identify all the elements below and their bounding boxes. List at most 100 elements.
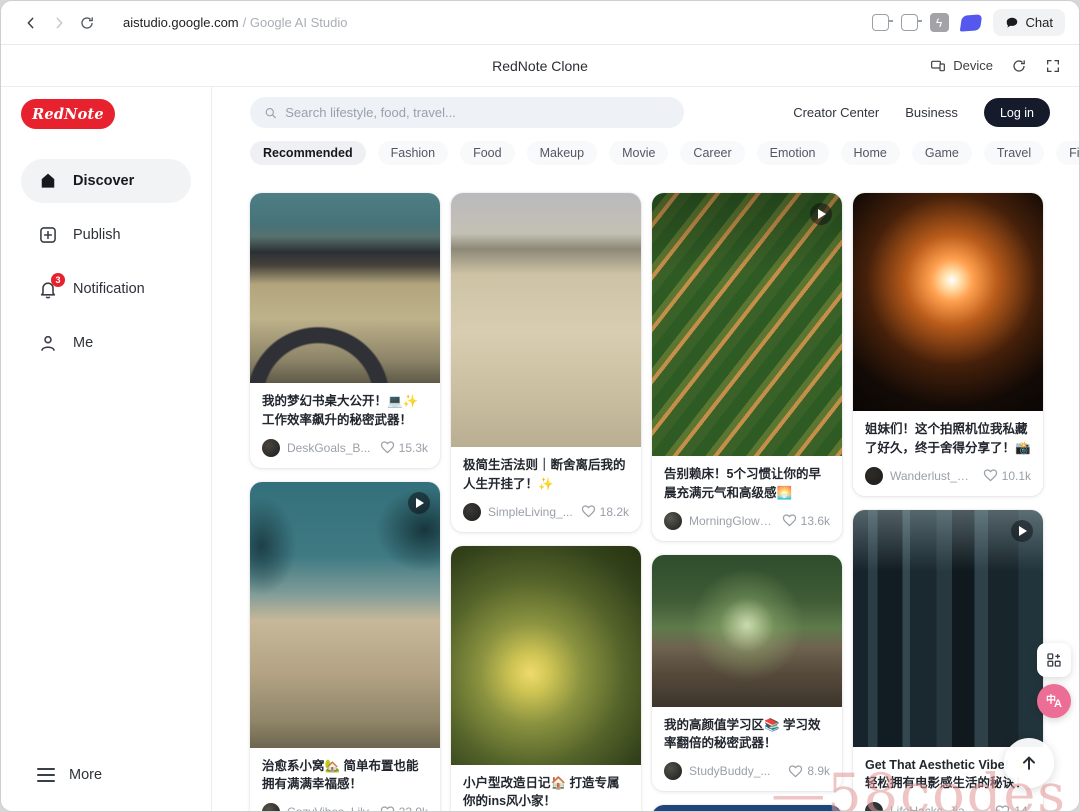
note-image-skate — [250, 482, 440, 748]
play-icon — [810, 203, 832, 225]
sidebar-item-label: Me — [73, 335, 93, 351]
reload-button[interactable] — [73, 9, 101, 37]
note-meta: DeskGoals_B...15.3k — [250, 434, 440, 468]
username: CozyVibes_Lily — [287, 805, 369, 812]
note-meta: SimpleLiving_...18.2k — [451, 498, 641, 532]
heart-icon — [983, 468, 998, 483]
avatar — [664, 762, 682, 780]
note-image-cactus — [451, 546, 641, 765]
like-count: 8.9k — [807, 764, 830, 778]
person-icon — [37, 332, 59, 354]
note-image-desert — [451, 193, 641, 447]
translate-button[interactable]: 中A — [1037, 684, 1071, 718]
note-card[interactable]: 我的高颜值学习区📚 学习效率翻倍的秘密武器！StudyBuddy_...8.9k — [652, 555, 842, 792]
extension-icon[interactable] — [901, 14, 918, 31]
like-button[interactable]: 13.6k — [782, 513, 830, 528]
like-count: 15.3k — [399, 441, 428, 455]
username: LifeHacks_Jia — [890, 804, 965, 812]
like-button[interactable]: 14. — [995, 804, 1031, 812]
back-button[interactable] — [17, 9, 45, 37]
feed-column: 告别赖床！5个习惯让你的早晨充满元气和高级感🌅MorningGlow_...13… — [652, 193, 842, 812]
heart-icon — [995, 804, 1010, 812]
note-card[interactable]: 告别赖床！5个习惯让你的早晨充满元气和高级感🌅MorningGlow_...13… — [652, 193, 842, 541]
tab-movie[interactable]: Movie — [609, 141, 668, 165]
sidebar: RedNote Discover Publish 3 Notification Me M… — [1, 87, 212, 812]
sidebar-item-me[interactable]: Me — [21, 321, 191, 365]
sidebar-item-more[interactable]: More — [21, 755, 191, 795]
heart-icon — [581, 504, 596, 519]
fullscreen-button[interactable] — [1045, 58, 1061, 74]
sidebar-item-discover[interactable]: Discover — [21, 159, 191, 203]
refresh-icon — [1011, 58, 1027, 74]
tab-food[interactable]: Food — [460, 141, 515, 165]
note-card[interactable]: 治愈系小窝🏡 简单布置也能拥有满满幸福感！ CozyVibes_Lily 22.9k — [250, 482, 440, 812]
note-title: 我的梦幻书桌大公开！💻✨ 工作效率飙升的秘密武器！ — [250, 383, 440, 434]
like-count: 22.9k — [399, 805, 428, 812]
like-button[interactable]: 15.3k — [380, 440, 428, 455]
note-title: 治愈系小窝🏡 简单布置也能拥有满满幸福感！ — [250, 748, 440, 799]
note-title: 小户型改造日记🏠 打造专属你的ins风小家！ — [451, 765, 641, 812]
like-button[interactable]: 8.9k — [788, 764, 830, 779]
search-icon — [264, 106, 277, 120]
expand-icon — [1045, 58, 1061, 74]
username: StudyBuddy_... — [689, 764, 770, 778]
feed-column: 姐妹们！这个拍照机位我私藏了好久，终于舍得分享了！📸Wanderlust_G..… — [853, 193, 1043, 812]
note-title: 告别赖床！5个习惯让你的早晨充满元气和高级感🌅 — [652, 456, 842, 507]
extension-icon[interactable] — [872, 14, 889, 31]
tab-fashion[interactable]: Fashion — [378, 141, 448, 165]
note-meta: Wanderlust_G...10.1k — [853, 462, 1043, 496]
topbar-link-creator-center[interactable]: Creator Center — [793, 105, 879, 120]
scroll-to-top-button[interactable] — [1004, 738, 1054, 788]
app-title: RedNote Clone — [1, 58, 1079, 74]
tab-home[interactable]: Home — [841, 141, 900, 165]
note-card[interactable] — [652, 805, 842, 812]
tab-game[interactable]: Game — [912, 141, 972, 165]
device-label: Device — [953, 58, 993, 73]
heart-icon — [788, 764, 803, 779]
search-bar[interactable] — [250, 97, 684, 128]
note-title: 姐妹们！这个拍照机位我私藏了好久，终于舍得分享了！📸 — [853, 411, 1043, 462]
heart-icon — [380, 805, 395, 812]
chevron-right-icon — [51, 15, 67, 31]
chat-button[interactable]: Chat — [993, 9, 1065, 36]
like-button[interactable]: 10.1k — [983, 468, 1031, 483]
note-card[interactable]: 极简生活法则｜断舍离后我的人生开挂了！✨SimpleLiving_...18.2… — [451, 193, 641, 532]
note-card[interactable]: 小户型改造日记🏠 打造专属你的ins风小家！HomeSweetH...11.3k — [451, 546, 641, 812]
device-button[interactable]: Device — [930, 58, 993, 74]
tab-recommended[interactable]: Recommended — [250, 141, 366, 165]
scan-qr-button[interactable] — [1037, 643, 1071, 677]
sidebar-item-notification[interactable]: 3 Notification — [21, 267, 191, 311]
search-input[interactable] — [285, 105, 670, 120]
category-tabs: Recommended Fashion Food Makeup Movie Career E… — [250, 141, 1079, 165]
avatar — [865, 467, 883, 485]
tab-makeup[interactable]: Makeup — [527, 141, 597, 165]
address-bar[interactable]: aistudio.google.com / Google AI Studio — [123, 15, 347, 30]
sidebar-item-publish[interactable]: Publish — [21, 213, 191, 257]
feed-grid: 我的梦幻书桌大公开！💻✨ 工作效率飙升的秘密武器！DeskGoals_B...1… — [250, 193, 1079, 812]
note-image-city — [853, 510, 1043, 747]
refresh-preview-button[interactable] — [1011, 58, 1027, 74]
tab-career[interactable]: Career — [680, 141, 744, 165]
url-path: / Google AI Studio — [243, 15, 348, 30]
lightning-extension-icon[interactable]: ϟ — [930, 13, 949, 32]
tab-fitness[interactable]: Fitness — [1056, 141, 1079, 165]
forward-button[interactable] — [45, 9, 73, 37]
like-button[interactable]: 18.2k — [581, 504, 629, 519]
note-meta: MorningGlow_...13.6k — [652, 507, 842, 541]
like-button[interactable]: 22.9k — [380, 805, 428, 812]
feed-column: 极简生活法则｜断舍离后我的人生开挂了！✨SimpleLiving_...18.2… — [451, 193, 641, 812]
note-card[interactable]: 我的梦幻书桌大公开！💻✨ 工作效率飙升的秘密武器！DeskGoals_B...1… — [250, 193, 440, 468]
blue-extension-icon[interactable] — [959, 14, 982, 31]
topbar-link-business[interactable]: Business — [905, 105, 958, 120]
tab-emotion[interactable]: Emotion — [757, 141, 829, 165]
tab-travel[interactable]: Travel — [984, 141, 1044, 165]
rednote-logo[interactable]: RedNote — [21, 99, 115, 129]
sidebar-item-label: Notification — [73, 281, 145, 297]
note-card[interactable]: 姐妹们！这个拍照机位我私藏了好久，终于舍得分享了！📸Wanderlust_G..… — [853, 193, 1043, 496]
device-icon — [930, 58, 946, 74]
notification-badge: 3 — [51, 273, 65, 287]
sidebar-menu: Discover Publish 3 Notification Me — [21, 159, 191, 365]
play-icon — [408, 492, 430, 514]
note-image-rail — [652, 555, 842, 707]
login-button[interactable]: Log in — [984, 98, 1050, 127]
